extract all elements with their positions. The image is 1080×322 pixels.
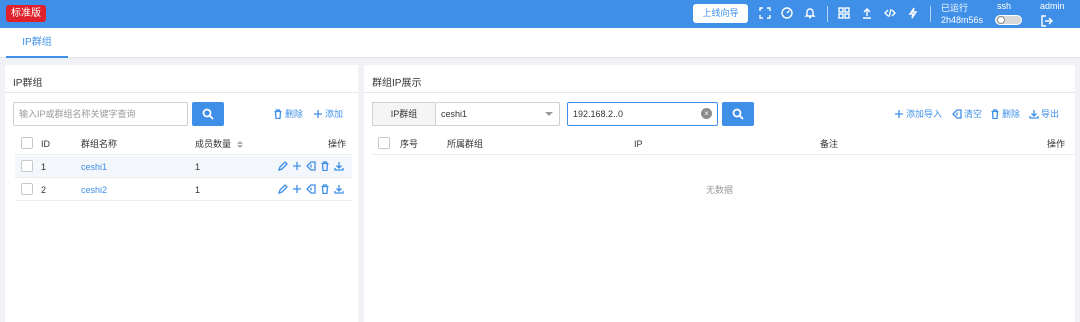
ip-group-select-value: ceshi1 — [441, 109, 468, 119]
toolbar-divider — [930, 6, 931, 22]
user-name[interactable]: admin — [1040, 1, 1065, 11]
clear-input-icon[interactable]: × — [701, 108, 712, 119]
col-actions: 操作 — [1047, 139, 1066, 149]
sort-icon[interactable] — [236, 141, 243, 149]
clear-label: 清空 — [964, 109, 983, 119]
row-checkbox[interactable] — [21, 183, 33, 195]
eraser-icon[interactable] — [306, 161, 316, 171]
download-icon[interactable] — [334, 161, 344, 171]
plus-icon[interactable] — [292, 184, 302, 194]
panel-divider — [364, 92, 1075, 93]
ip-search-input[interactable]: 192.168.2..0 × — [567, 102, 718, 126]
run-status-label: 已运行 — [941, 3, 969, 13]
download-icon — [1029, 109, 1039, 119]
ip-group-panel: IP群组 输入IP或群组名称关键字查询 删除 添加 ID 群组名称 成员数量 操… — [5, 65, 358, 322]
row-group-name[interactable]: ceshi2 — [81, 179, 107, 201]
logout-icon[interactable] — [1040, 14, 1054, 28]
search-icon — [732, 108, 744, 120]
delete-label: 删除 — [285, 109, 304, 119]
col-group-name: 群组名称 — [81, 139, 118, 149]
import-button[interactable]: 添加导入 — [894, 107, 942, 120]
col-id: ID — [41, 139, 50, 149]
search-icon — [202, 108, 214, 120]
trash-icon[interactable] — [320, 161, 330, 171]
download-icon[interactable] — [334, 184, 344, 194]
row-id: 1 — [41, 162, 47, 172]
delete-group-button[interactable]: 删除 — [273, 107, 303, 120]
group-ip-panel: 群组IP展示 IP群组 ceshi1 192.168.2..0 × 添加导入 清… — [364, 65, 1075, 322]
trash-icon[interactable] — [320, 184, 330, 194]
upload-icon[interactable] — [860, 6, 874, 20]
group-search-input[interactable]: 输入IP或群组名称关键字查询 — [13, 102, 188, 126]
ssh-toggle[interactable] — [995, 15, 1022, 25]
plus-icon[interactable] — [292, 161, 302, 171]
eraser-icon — [952, 108, 962, 119]
edit-icon[interactable] — [278, 184, 288, 194]
panel-title: 群组IP展示 — [372, 78, 422, 89]
eraser-icon[interactable] — [306, 184, 316, 194]
row-member-count: 1 — [195, 185, 201, 195]
ssh-label: ssh — [997, 1, 1012, 11]
export-label: 导出 — [1041, 109, 1060, 119]
table-row[interactable]: 1 ceshi1 1 — [15, 156, 352, 178]
col-member-count-label: 成员数量 — [195, 139, 232, 149]
table-row[interactable]: 2 ceshi2 1 — [15, 179, 352, 201]
col-group: 所属群组 — [447, 139, 484, 149]
ip-group-select[interactable]: ceshi1 — [435, 102, 560, 126]
row-id: 2 — [41, 185, 47, 195]
trash-icon — [274, 108, 282, 119]
dashboard-icon[interactable] — [780, 6, 794, 20]
col-actions: 操作 — [328, 139, 347, 149]
chevron-down-icon — [545, 112, 553, 116]
table-header: 序号 所属群组 IP 备注 操作 — [372, 133, 1075, 155]
col-seq: 序号 — [400, 139, 419, 149]
row-group-name[interactable]: ceshi1 — [81, 156, 107, 178]
edition-badge: 标准版 — [6, 5, 46, 22]
group-search-button[interactable] — [192, 102, 224, 126]
ssh-toggle-knob — [997, 16, 1005, 24]
row-member-count: 1 — [195, 162, 201, 172]
panel-divider — [5, 92, 358, 93]
edit-icon[interactable] — [278, 161, 288, 171]
add-group-button[interactable]: 添加 — [313, 107, 343, 120]
panel-title: IP群组 — [13, 78, 43, 89]
empty-state: 无数据 — [705, 185, 733, 195]
select-all-checkbox[interactable] — [21, 137, 33, 149]
code-icon[interactable] — [883, 6, 897, 20]
tab-bar: IP群组 — [0, 28, 1080, 58]
plus-icon — [314, 109, 322, 118]
delete-label: 删除 — [1002, 109, 1021, 119]
toolbar-divider — [827, 6, 828, 22]
delete-ip-button[interactable]: 删除 — [990, 107, 1020, 120]
col-ip: IP — [634, 139, 643, 149]
select-all-checkbox[interactable] — [378, 137, 390, 149]
row-checkbox[interactable] — [21, 160, 33, 172]
row-actions — [278, 184, 344, 194]
plus-icon — [895, 109, 903, 118]
import-label: 添加导入 — [906, 109, 943, 119]
col-note: 备注 — [820, 139, 839, 149]
bell-icon[interactable] — [803, 6, 817, 20]
top-bar: 标准版 上线向导 已运行 2h48m56s ssh admin — [0, 0, 1080, 28]
table-header: ID 群组名称 成员数量 操作 — [15, 133, 352, 155]
flash-icon[interactable] — [906, 6, 920, 20]
ip-search-value: 192.168.2..0 — [573, 109, 624, 119]
row-actions — [278, 161, 344, 171]
ip-group-select-label: IP群组 — [372, 102, 435, 126]
ip-search-button[interactable] — [722, 102, 754, 126]
fullscreen-icon[interactable] — [758, 6, 772, 20]
run-time: 2h48m56s — [941, 15, 984, 25]
tab-ip-group[interactable]: IP群组 — [6, 28, 68, 58]
clear-button[interactable]: 清空 — [952, 107, 982, 120]
col-member-count[interactable]: 成员数量 — [195, 133, 243, 155]
apps-icon[interactable] — [837, 6, 851, 20]
export-button[interactable]: 导出 — [1029, 107, 1059, 120]
trash-icon — [991, 108, 999, 119]
setup-guide-button[interactable]: 上线向导 — [693, 4, 748, 23]
add-label: 添加 — [325, 109, 344, 119]
